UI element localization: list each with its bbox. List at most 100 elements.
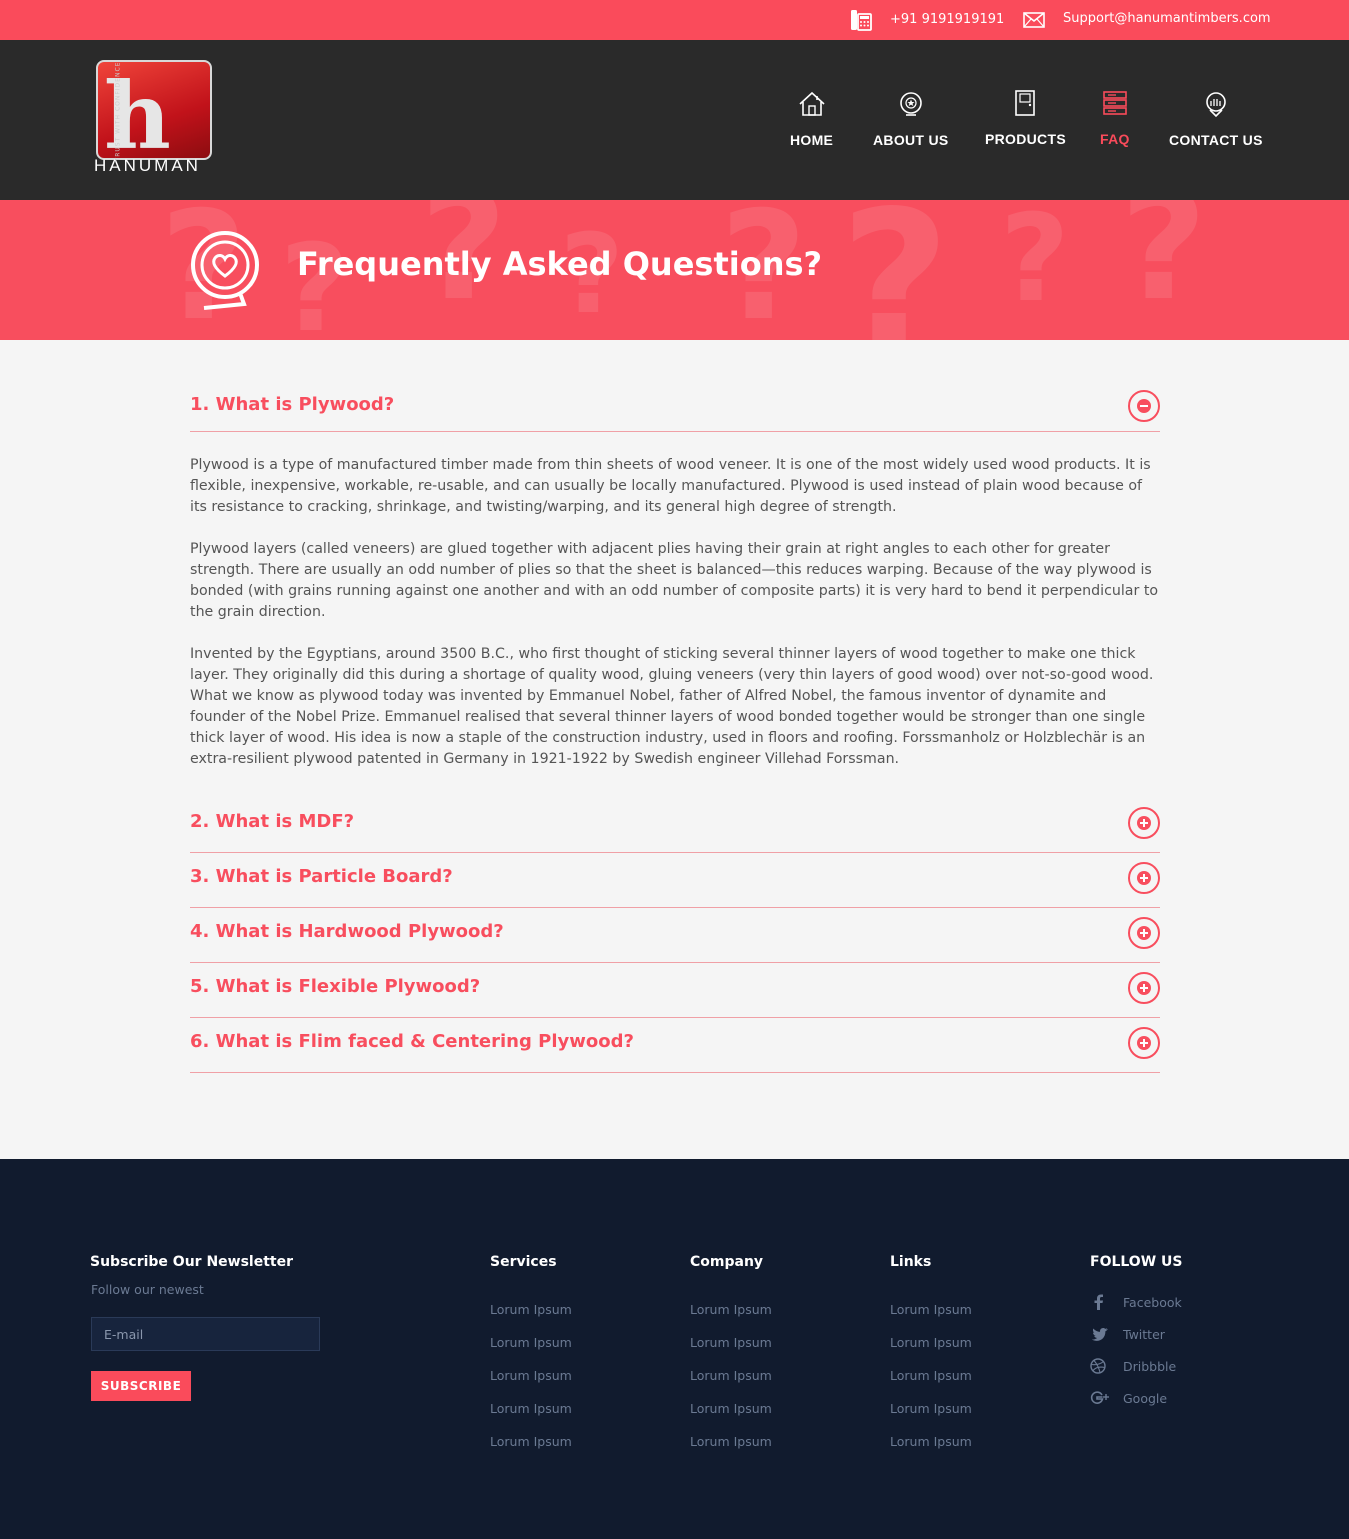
follow-us-column: FOLLOW US Facebook Twitter Dribbble Goog… — [1090, 1254, 1182, 1406]
faq-question-header[interactable]: 1. What is Plywood? — [190, 380, 1160, 431]
faq-question-header[interactable]: 3. What is Particle Board? — [190, 853, 1160, 907]
site-footer: Subscribe Our Newsletter Follow our newe… — [0, 1159, 1349, 1539]
footer-link[interactable]: Lorum Ipsum — [890, 1401, 972, 1416]
dribbble-icon — [1090, 1358, 1106, 1374]
services-heading: Services — [490, 1254, 557, 1270]
faq-banner: ? ? ? ? ? ? ? ? Frequently Asked Questio… — [0, 200, 1349, 340]
nav-label: FAQ — [1100, 131, 1130, 147]
expand-icon[interactable] — [1128, 917, 1160, 949]
links-heading: Links — [890, 1254, 932, 1270]
faq-question-header[interactable]: 6. What is Flim faced & Centering Plywoo… — [190, 1018, 1160, 1072]
faq-question: 4. What is Hardwood Plywood? — [190, 921, 504, 942]
footer-link[interactable]: Lorum Ipsum — [690, 1368, 772, 1383]
support-email[interactable]: Support@hanumantimbers.com — [1063, 11, 1271, 26]
facebook-icon — [1094, 1294, 1103, 1310]
nav-contact-us[interactable]: CONTACT US — [1169, 90, 1263, 148]
footer-link[interactable]: Lorum Ipsum — [690, 1335, 772, 1350]
twitter-icon — [1091, 1328, 1108, 1341]
faq-item: 5. What is Flexible Plywood? — [190, 963, 1160, 1018]
footer-link[interactable]: Lorum Ipsum — [490, 1335, 572, 1350]
nav-home[interactable]: HOME — [790, 90, 833, 148]
footer-link[interactable]: Lorum Ipsum — [890, 1302, 972, 1317]
faq-item: 2. What is MDF? — [190, 798, 1160, 853]
company-column: Company Lorum Ipsum Lorum Ipsum Lorum Ip… — [690, 1254, 772, 1449]
footer-link[interactable]: Lorum Ipsum — [890, 1335, 972, 1350]
nav-label: CONTACT US — [1169, 132, 1263, 148]
about-icon — [899, 92, 922, 116]
social-twitter[interactable]: Twitter — [1090, 1326, 1182, 1342]
links-column: Links Lorum Ipsum Lorum Ipsum Lorum Ipsu… — [890, 1254, 972, 1449]
faq-question-header[interactable]: 4. What is Hardwood Plywood? — [190, 908, 1160, 962]
faq-question-header[interactable]: 5. What is Flexible Plywood? — [190, 963, 1160, 1017]
expand-icon[interactable] — [1128, 862, 1160, 894]
expand-icon[interactable] — [1128, 972, 1160, 1004]
social-label: Facebook — [1123, 1294, 1182, 1310]
nav-label: PRODUCTS — [985, 131, 1066, 147]
services-column: Services Lorum Ipsum Lorum Ipsum Lorum I… — [490, 1254, 572, 1449]
footer-link[interactable]: Lorum Ipsum — [490, 1302, 572, 1317]
phone-number[interactable]: +91 9191919191 — [890, 12, 1004, 27]
hanuman-logo[interactable]: h HANUMAN TRUST WITH CONFIDENCE — [90, 58, 214, 184]
google-plus-icon — [1090, 1391, 1109, 1404]
subscribe-button[interactable]: SUBSCRIBE — [91, 1371, 191, 1401]
answer-paragraph: Plywood layers (called veneers) are glue… — [190, 541, 1159, 620]
decorative-question-mark: ? — [1000, 200, 1070, 329]
decorative-question-mark: ? — [1120, 200, 1208, 334]
social-label: Dribbble — [1123, 1358, 1177, 1374]
faq-item: 4. What is Hardwood Plywood? — [190, 908, 1160, 963]
decorative-question-mark: ? — [840, 200, 951, 340]
home-icon — [799, 91, 825, 116]
faq-heart-bubble-icon — [191, 231, 259, 310]
nav-about-us[interactable]: ABOUT US — [873, 90, 949, 148]
footer-link[interactable]: Lorum Ipsum — [490, 1434, 572, 1449]
page-title: Frequently Asked Questions? — [297, 245, 823, 283]
follow-us-heading: FOLLOW US — [1090, 1254, 1183, 1270]
answer-paragraph: Invented by the Egyptians, around 3500 B… — [190, 646, 1154, 767]
logo-name: HANUMAN — [94, 156, 201, 175]
faq-question: 5. What is Flexible Plywood? — [190, 976, 481, 997]
site-header: h HANUMAN TRUST WITH CONFIDENCE HOME ABO… — [0, 40, 1349, 200]
footer-link[interactable]: Lorum Ipsum — [690, 1401, 772, 1416]
faq-question: 2. What is MDF? — [190, 811, 355, 832]
top-bar: +91 9191919191 Support@hanumantimbers.co… — [0, 0, 1349, 40]
social-label: Google — [1123, 1390, 1168, 1406]
mail-icon — [1023, 12, 1045, 28]
nav-faq[interactable]: FAQ — [1100, 90, 1130, 147]
faq-accordion: 1. What is Plywood? Plywood is a type of… — [190, 380, 1160, 1073]
newsletter-section: Subscribe Our Newsletter Follow our newe… — [90, 1254, 320, 1401]
door-icon — [1015, 90, 1036, 116]
footer-link[interactable]: Lorum Ipsum — [890, 1368, 972, 1383]
newsletter-heading: Subscribe Our Newsletter — [90, 1254, 293, 1270]
faq-item: 1. What is Plywood? — [190, 380, 1160, 432]
footer-link[interactable]: Lorum Ipsum — [690, 1434, 772, 1449]
faq-answer: Plywood is a type of manufactured timber… — [190, 432, 1160, 798]
expand-icon[interactable] — [1128, 1027, 1160, 1059]
faq-question-header[interactable]: 2. What is MDF? — [190, 798, 1160, 852]
nav-products[interactable]: PRODUCTS — [985, 90, 1066, 147]
company-heading: Company — [690, 1254, 764, 1270]
footer-link[interactable]: Lorum Ipsum — [690, 1302, 772, 1317]
footer-link[interactable]: Lorum Ipsum — [890, 1434, 972, 1449]
social-dribbble[interactable]: Dribbble — [1090, 1358, 1182, 1374]
faq-question: 3. What is Particle Board? — [190, 866, 453, 887]
expand-icon[interactable] — [1128, 807, 1160, 839]
social-google[interactable]: Google — [1090, 1390, 1182, 1406]
social-label: Twitter — [1123, 1326, 1165, 1342]
faq-question: 6. What is Flim faced & Centering Plywoo… — [190, 1031, 634, 1052]
newsletter-subtext: Follow our newest — [91, 1282, 204, 1297]
footer-link[interactable]: Lorum Ipsum — [490, 1401, 572, 1416]
footer-link[interactable]: Lorum Ipsum — [490, 1368, 572, 1383]
faq-icon — [1103, 91, 1127, 115]
answer-paragraph: Plywood is a type of manufactured timber… — [190, 457, 1151, 515]
social-facebook[interactable]: Facebook — [1090, 1294, 1182, 1310]
email-input[interactable] — [91, 1317, 320, 1351]
faq-item: 6. What is Flim faced & Centering Plywoo… — [190, 1018, 1160, 1073]
phone-icon — [851, 10, 872, 31]
nav-label: ABOUT US — [873, 132, 949, 148]
nav-label: HOME — [790, 132, 834, 148]
collapse-icon[interactable] — [1128, 390, 1160, 422]
faq-item: 3. What is Particle Board? — [190, 853, 1160, 908]
location-icon — [1206, 92, 1226, 118]
logo-tagline: TRUST WITH CONFIDENCE — [114, 61, 122, 162]
faq-question: 1. What is Plywood? — [190, 394, 395, 415]
